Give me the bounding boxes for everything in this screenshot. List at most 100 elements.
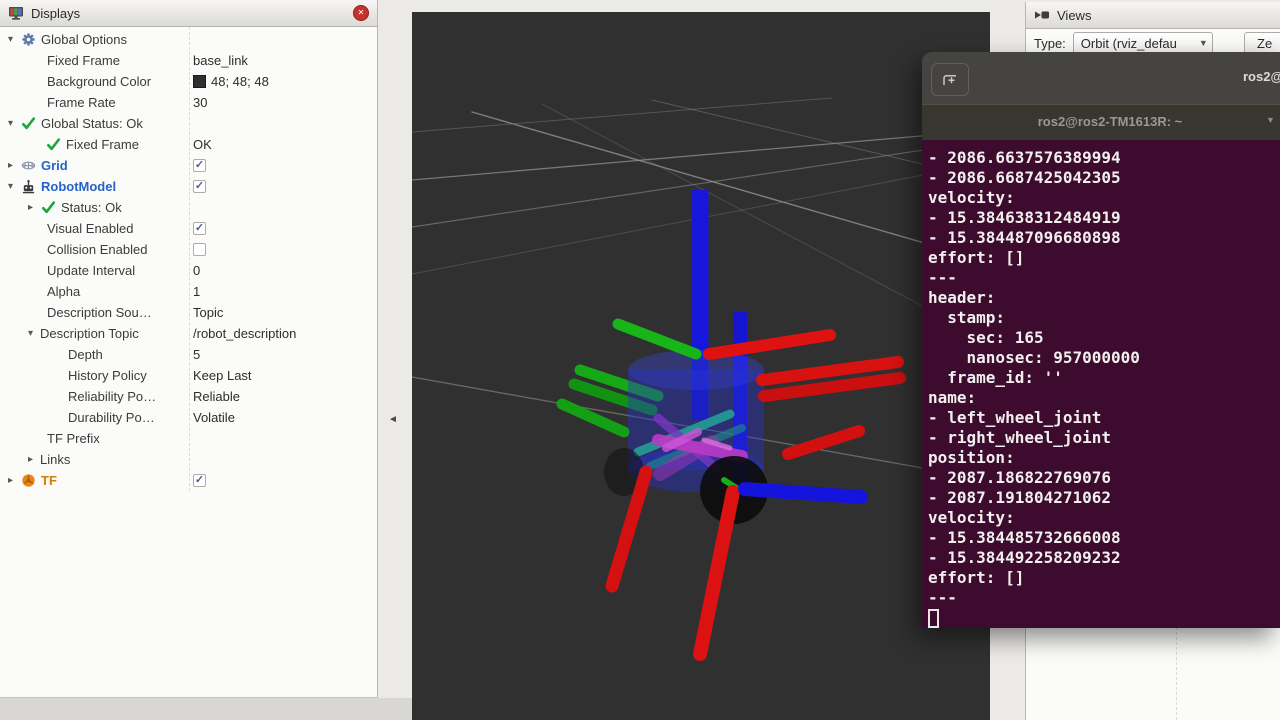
terminal-line: name: <box>928 388 1280 408</box>
display-row-status-ok[interactable]: ▸ Status: Ok <box>0 197 377 218</box>
value-text: Reliable <box>193 389 240 404</box>
check-icon <box>40 200 57 216</box>
property-value[interactable]: Keep Last <box>189 368 377 383</box>
terminal-tabbar: ros2@ros2-TM1613R: ~ ▼ <box>922 104 1280 141</box>
property-value[interactable] <box>189 243 377 256</box>
property-value[interactable]: ✓ <box>189 474 377 487</box>
display-row-global-options[interactable]: ▾Global Options <box>0 29 377 50</box>
property-label: Links <box>40 452 70 467</box>
checkbox-checked[interactable]: ✓ <box>193 159 206 172</box>
display-row-tf[interactable]: ▸TF✓ <box>0 470 377 491</box>
property-value[interactable]: ✓ <box>189 159 377 172</box>
terminal-line: header: <box>928 288 1280 308</box>
displays-icon <box>8 5 24 21</box>
property-label: TF Prefix <box>47 431 100 446</box>
value-text: OK <box>193 137 212 152</box>
collapse-arrow-icon[interactable]: ▾ <box>8 34 20 45</box>
zero-button[interactable]: Ze <box>1244 32 1280 54</box>
3d-viewport[interactable] <box>412 12 990 720</box>
checkbox-unchecked[interactable] <box>193 243 206 256</box>
expand-arrow-icon[interactable]: ▸ <box>28 454 40 465</box>
property-value[interactable]: ✓ <box>189 222 377 235</box>
property-label: Reliability Po… <box>68 389 156 404</box>
terminal-titlebar[interactable]: ros2@ <box>922 52 1280 104</box>
value-text: Keep Last <box>193 368 252 383</box>
panel-collapse-arrow-icon[interactable]: ◄ <box>386 410 400 428</box>
property-label: Frame Rate <box>47 95 116 110</box>
terminal-line: nanosec: 957000000 <box>928 348 1280 368</box>
terminal-line: - 15.384492258209232 <box>928 548 1280 568</box>
checkbox-checked[interactable]: ✓ <box>193 474 206 487</box>
terminal-line: position: <box>928 448 1280 468</box>
check-icon <box>20 116 37 132</box>
property-value[interactable]: base_link <box>189 53 377 68</box>
value-text: Volatile <box>193 410 235 425</box>
property-value[interactable]: /robot_description <box>189 326 377 341</box>
property-label: Durability Po… <box>68 410 155 425</box>
display-row-depth[interactable]: Depth5 <box>0 344 377 365</box>
display-row-background-color[interactable]: Background Color48; 48; 48 <box>0 71 377 92</box>
view-type-value: Orbit (rviz_defau <box>1081 36 1199 51</box>
display-row-links[interactable]: ▸Links <box>0 449 377 470</box>
new-tab-button[interactable] <box>931 63 969 96</box>
display-row-frame-rate[interactable]: Frame Rate 30 <box>0 92 377 113</box>
property-value[interactable]: Volatile <box>189 410 377 425</box>
terminal-line: - 15.384485732666008 <box>928 528 1280 548</box>
property-value[interactable]: 0 <box>189 263 377 278</box>
terminal-line: - 2086.6687425042305 <box>928 168 1280 188</box>
displays-panel: Displays ✕ ▾Global OptionsFixed Framebas… <box>0 0 378 698</box>
grid-icon <box>20 158 37 174</box>
property-value[interactable]: 5 <box>189 347 377 362</box>
property-value[interactable]: OK <box>189 137 377 152</box>
display-row-fixed-frame-status[interactable]: Fixed Frame OK <box>0 134 377 155</box>
display-row-description-source[interactable]: Description Sou…Topic <box>0 302 377 323</box>
terminal-line: stamp: <box>928 308 1280 328</box>
terminal-line: - 15.384487096680898 <box>928 228 1280 248</box>
property-label: Fixed Frame <box>66 137 139 152</box>
property-value[interactable]: Topic <box>189 305 377 320</box>
display-row-visual-enabled[interactable]: Visual Enabled✓ <box>0 218 377 239</box>
display-row-fixed-frame[interactable]: Fixed Framebase_link <box>0 50 377 71</box>
display-row-reliability-policy[interactable]: Reliability Po… Reliable <box>0 386 377 407</box>
terminal-lines: - 2086.6637576389994- 2086.6687425042305… <box>928 148 1280 608</box>
checkbox-checked[interactable]: ✓ <box>193 180 206 193</box>
property-value[interactable]: 1 <box>189 284 377 299</box>
display-row-robot-model[interactable]: ▾RobotModel✓ <box>0 176 377 197</box>
display-row-collision-enabled[interactable]: Collision Enabled <box>0 239 377 260</box>
display-row-durability-policy[interactable]: Durability Po… Volatile <box>0 407 377 428</box>
property-value[interactable]: ✓ <box>189 180 377 193</box>
display-row-update-interval[interactable]: Update Interval0 <box>0 260 377 281</box>
terminal-tab[interactable]: ros2@ros2-TM1613R: ~ <box>1038 114 1183 129</box>
view-type-dropdown[interactable]: Orbit (rviz_defau ▼ <box>1073 32 1213 54</box>
terminal-title: ros2@ <box>1243 69 1280 84</box>
display-row-description-topic[interactable]: ▾Description Topic/robot_description <box>0 323 377 344</box>
collapse-arrow-icon[interactable]: ▾ <box>8 181 20 192</box>
views-panel-header[interactable]: Views <box>1026 2 1280 29</box>
terminal-window[interactable]: ros2@ ros2@ros2-TM1613R: ~ ▼ - 2086.6637… <box>922 52 1280 628</box>
terminal-cursor <box>928 609 939 628</box>
collapse-arrow-icon[interactable]: ▾ <box>28 328 40 339</box>
displays-panel-header[interactable]: Displays ✕ <box>0 0 377 27</box>
tab-menu-chevron-icon[interactable]: ▼ <box>1266 115 1275 125</box>
checkbox-checked[interactable]: ✓ <box>193 222 206 235</box>
collapse-arrow-icon[interactable]: ▾ <box>8 118 20 129</box>
display-row-grid[interactable]: ▸Grid✓ <box>0 155 377 176</box>
display-row-alpha[interactable]: Alpha1 <box>0 281 377 302</box>
terminal-line: velocity: <box>928 188 1280 208</box>
property-label: Status: Ok <box>61 200 122 215</box>
display-row-tf-prefix[interactable]: TF Prefix <box>0 428 377 449</box>
property-value[interactable]: Reliable <box>189 389 377 404</box>
tf-icon <box>20 473 37 489</box>
display-row-global-status[interactable]: ▾Global Status: Ok <box>0 113 377 134</box>
expand-arrow-icon[interactable]: ▸ <box>8 160 20 171</box>
expand-arrow-icon[interactable]: ▸ <box>8 475 20 486</box>
property-value[interactable]: 48; 48; 48 <box>189 74 377 89</box>
close-icon[interactable]: ✕ <box>353 5 369 21</box>
terminal-line: - left_wheel_joint <box>928 408 1280 428</box>
property-value[interactable]: 30 <box>189 95 377 110</box>
display-row-history-policy[interactable]: History PolicyKeep Last <box>0 365 377 386</box>
terminal-content[interactable]: - 2086.6637576389994- 2086.6687425042305… <box>922 140 1280 628</box>
value-text: 30 <box>193 95 207 110</box>
expand-arrow-icon[interactable]: ▸ <box>28 202 40 213</box>
bottom-resize-strip[interactable] <box>0 698 412 720</box>
